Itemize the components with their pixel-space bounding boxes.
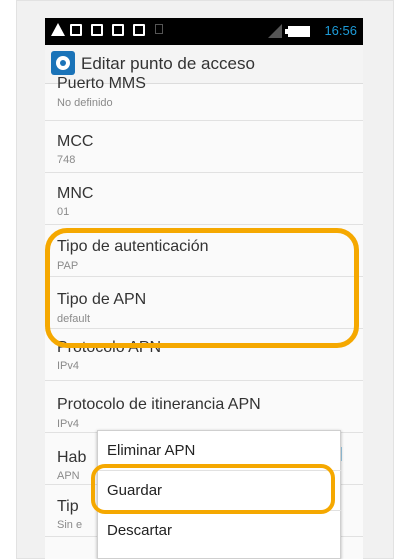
- settings-icon[interactable]: [51, 51, 75, 75]
- highlight-save: [91, 464, 335, 514]
- item-summary: 01: [57, 206, 70, 218]
- menu-item-discard[interactable]: Descartar: [98, 511, 342, 551]
- item-summary: IPv4: [57, 360, 80, 372]
- item-summary: No definido: [57, 97, 113, 109]
- item-summary: 748: [57, 154, 76, 166]
- menu-item-label: Eliminar APN: [107, 442, 196, 459]
- warning-icon: [51, 23, 65, 36]
- status-time: 16:56: [324, 23, 357, 38]
- highlight-auth-apn-type: [45, 228, 359, 348]
- item-title: Protocolo de itinerancia APN: [57, 396, 261, 413]
- status-bar: 16:56: [45, 18, 363, 45]
- battery-icon: [285, 26, 310, 37]
- page-title: Editar punto de acceso: [81, 54, 255, 73]
- sim-icon: [155, 24, 163, 34]
- mail-icon: [91, 24, 103, 36]
- item-title: Tip: [57, 498, 79, 515]
- item-title: MCC: [57, 133, 94, 150]
- item-summary: IPv4: [57, 418, 80, 430]
- signal-icon: [268, 24, 282, 38]
- bag-icon: [133, 24, 145, 36]
- list-item[interactable]: Protocolo de itinerancia APN IPv4: [45, 381, 363, 433]
- list-item[interactable]: MNC 01: [45, 173, 363, 225]
- bag-icon: [112, 24, 124, 36]
- item-title: Puerto MMS: [57, 75, 146, 92]
- image-icon: [70, 24, 82, 36]
- list-item[interactable]: MCC 748: [45, 121, 363, 173]
- item-summary: APN: [57, 470, 80, 482]
- list-item[interactable]: Puerto MMS No definido: [45, 73, 363, 121]
- item-title: Hab: [57, 449, 87, 466]
- item-title: MNC: [57, 185, 94, 202]
- item-summary: Sin e: [57, 519, 83, 531]
- menu-item-label: Descartar: [107, 522, 173, 539]
